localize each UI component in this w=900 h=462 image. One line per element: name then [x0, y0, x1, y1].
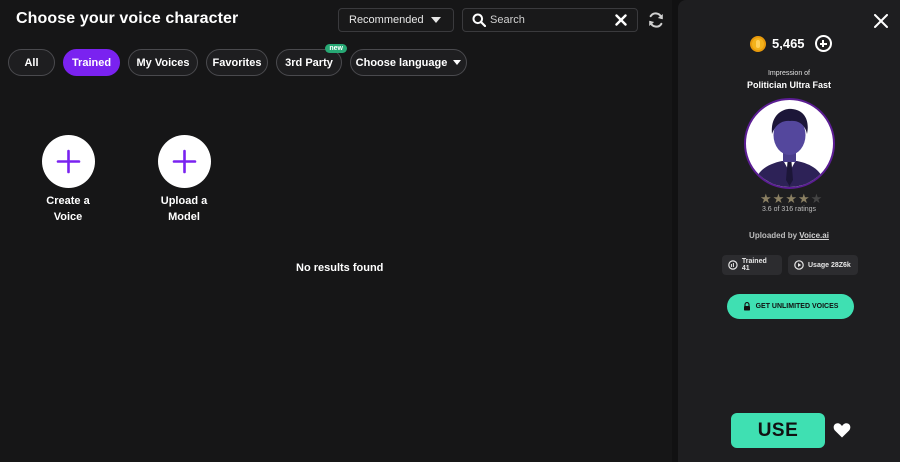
clear-search-icon[interactable] [615, 14, 627, 26]
filter-label: Choose language [355, 56, 448, 69]
refresh-icon[interactable] [647, 11, 665, 29]
uploader-link[interactable]: Voice.ai [799, 231, 829, 240]
voice-details-panel: 5,465 Impression of Politician Ultra Fas… [678, 0, 900, 462]
create-voice-button[interactable] [41, 135, 95, 188]
star-filled-icon: ★ [797, 191, 810, 206]
filter-label: My Voices [136, 56, 190, 69]
filter-3rd-party-button[interactable]: 3rd Party new [276, 44, 347, 76]
star-empty-icon: ★ [810, 191, 823, 206]
filter-all-button[interactable]: All [8, 49, 55, 76]
filter-favorites-button[interactable]: Favorites [206, 49, 268, 76]
usage-count: Usage 28Z6k [808, 261, 851, 269]
filter-label: Trained [71, 56, 112, 69]
close-icon[interactable] [874, 14, 888, 28]
create-voice-tile[interactable]: Create a Voice [28, 135, 108, 225]
plus-icon [172, 149, 196, 174]
credits-balance: 5,465 [750, 35, 832, 52]
filter-trained-button[interactable]: Trained [63, 49, 120, 76]
chevron-down-icon [431, 17, 441, 23]
search-icon [472, 13, 486, 27]
star-filled-icon: ★ [785, 191, 797, 206]
filter-label: Favorites [212, 56, 262, 69]
filter-label: 3rd Party [285, 56, 333, 69]
uploaded-by-label: Uploaded by [749, 231, 798, 240]
upload-model-label: Upload a Model [160, 195, 208, 223]
trained-count-badge: Trained 41 [722, 255, 782, 275]
plus-icon [56, 149, 80, 174]
filter-label: All [24, 56, 39, 69]
sort-dropdown-value: Recommended [349, 14, 424, 26]
search-box [462, 8, 638, 32]
rating-count: 3.6 of 316 ratings [761, 206, 817, 213]
voice-avatar [744, 98, 835, 189]
trained-count: Trained 41 [741, 258, 767, 272]
upload-model-tile[interactable]: Upload a Model [144, 135, 224, 225]
usage-count-badge: Usage 28Z6k [788, 255, 858, 275]
no-results-message: No results found [296, 262, 384, 274]
trained-icon [728, 260, 738, 270]
star-rating: ★ ★ ★ ★ ★ [760, 192, 822, 205]
create-voice-label: Create a Voice [46, 195, 90, 223]
get-unlimited-voices-button[interactable]: GET UNLIMITED VOICES [727, 294, 854, 319]
politician-avatar-icon [754, 108, 825, 187]
language-dropdown[interactable]: Choose language [350, 49, 467, 76]
uploaded-by: Uploaded by Voice.ai [678, 231, 900, 240]
page-title: Choose your voice character [16, 10, 239, 27]
search-input[interactable] [490, 12, 610, 28]
add-credits-icon[interactable] [814, 35, 832, 52]
star-filled-icon: ★ [772, 191, 785, 206]
star-filled-icon: ★ [760, 191, 772, 206]
use-button-label: USE [757, 419, 799, 441]
use-voice-button[interactable]: USE [731, 413, 825, 448]
voice-name: Politician Ultra Fast [746, 80, 832, 90]
new-badge: new [325, 44, 347, 53]
sort-dropdown[interactable]: Recommended [338, 8, 454, 32]
lock-icon [743, 302, 750, 311]
voice-browser-panel: Choose your voice character Recommended … [0, 0, 672, 462]
upload-model-button[interactable] [157, 135, 211, 188]
caret-down-icon [453, 60, 462, 65]
filter-my-voices-button[interactable]: My Voices [128, 49, 198, 76]
coin-icon [750, 35, 766, 52]
credit-amount: 5,465 [772, 36, 805, 51]
play-icon [794, 260, 804, 270]
filter-chips: All Trained My Voices Favorites 3rd Part… [8, 44, 467, 76]
heart-icon[interactable] [833, 422, 851, 438]
get-unlimited-voices-label: GET UNLIMITED VOICES [755, 303, 839, 310]
impression-of-label: Impression of [767, 70, 811, 77]
